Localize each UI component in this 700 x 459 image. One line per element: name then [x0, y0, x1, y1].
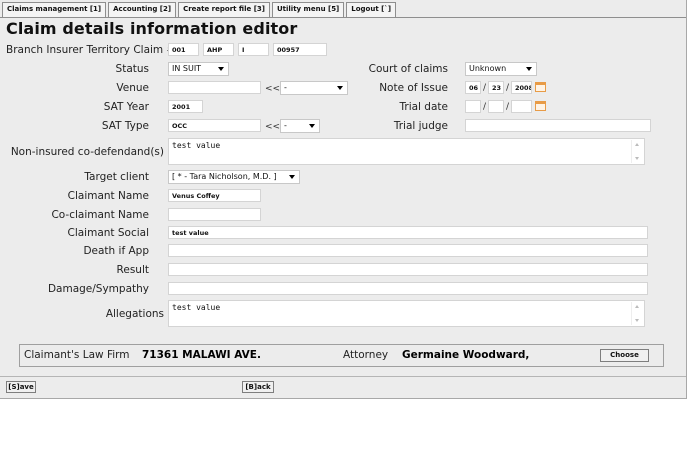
date-separator: /: [483, 83, 487, 93]
status-select[interactable]: IN SUIT: [168, 62, 229, 76]
insurer-field[interactable]: AHP: [203, 43, 234, 56]
venue-select[interactable]: -: [280, 81, 348, 95]
trial-date-month[interactable]: [465, 100, 481, 113]
law-firm-label: Claimant's Law Firm: [24, 349, 130, 361]
venue-input[interactable]: [168, 81, 261, 94]
calendar-icon[interactable]: [535, 101, 546, 111]
sat-type-input[interactable]: OCC: [168, 119, 261, 132]
sat-year-label: SAT Year: [103, 101, 149, 113]
sat-type-select[interactable]: -: [280, 119, 320, 133]
target-client-value: [ * - Tara Nicholson, M.D. ]: [172, 172, 277, 181]
scroll-down-icon[interactable]: [635, 319, 639, 322]
note-of-issue-day[interactable]: 23: [488, 81, 504, 94]
date-separator: /: [506, 102, 510, 112]
claimant-name-label: Claimant Name: [67, 190, 149, 202]
result-input[interactable]: [168, 263, 648, 276]
note-of-issue-label: Note of Issue: [379, 82, 448, 94]
attorney-label: Attorney: [343, 349, 389, 361]
chevron-down-icon: [289, 175, 295, 179]
allegations-label: Allegations: [105, 308, 164, 320]
court-of-claims-label: Court of claims: [368, 63, 448, 75]
sat-type-label: SAT Type: [101, 120, 149, 132]
claim-field[interactable]: 00957: [273, 43, 327, 56]
tab-utility-menu[interactable]: Utility menu [5]: [271, 2, 345, 17]
trial-date-day[interactable]: [488, 100, 504, 113]
death-if-app-label: Death if App: [83, 245, 149, 257]
allegations-text: test value: [172, 303, 221, 312]
note-of-issue-year[interactable]: 2008: [511, 81, 532, 94]
date-separator: /: [506, 83, 510, 93]
branch-field[interactable]: 001: [168, 43, 199, 56]
scroll-up-icon[interactable]: [635, 143, 639, 146]
sat-year-input[interactable]: 2001: [168, 100, 203, 113]
status-label: Status: [115, 63, 149, 75]
attorney-value: Germaine Woodward,: [402, 349, 530, 361]
venue-label: Venue: [116, 82, 149, 94]
damage-sympathy-label: Damage/Sympathy: [47, 283, 149, 295]
tab-bar: Claims management [1] Accounting [2] Cre…: [2, 2, 398, 18]
result-label: Result: [116, 264, 149, 276]
tab-claims-management[interactable]: Claims management [1]: [2, 2, 107, 17]
claim-number-label: Branch Insurer Territory Claim #: [6, 44, 176, 56]
calendar-icon[interactable]: [535, 82, 546, 92]
court-of-claims-select[interactable]: Unknown: [465, 62, 537, 76]
venue-separator: <<: [265, 84, 281, 94]
non-insured-text: test value: [172, 141, 221, 150]
tab-divider: [0, 17, 686, 18]
note-of-issue-month[interactable]: 06: [465, 81, 481, 94]
allegations-textarea[interactable]: test value: [168, 300, 645, 327]
chevron-down-icon: [526, 67, 532, 71]
footer-divider: [0, 376, 686, 377]
court-of-claims-value: Unknown: [469, 64, 507, 73]
save-button[interactable]: [S]ave: [6, 381, 36, 393]
scrollbar[interactable]: [631, 140, 643, 163]
trial-judge-input[interactable]: [465, 119, 651, 132]
territory-field[interactable]: I: [238, 43, 269, 56]
date-separator: /: [483, 102, 487, 112]
co-claimant-name-label: Co-claimant Name: [51, 209, 149, 221]
claimant-social-label: Claimant Social: [67, 227, 149, 239]
back-button[interactable]: [B]ack: [242, 381, 274, 393]
tab-create-report-file[interactable]: Create report file [3]: [178, 2, 270, 17]
scroll-down-icon[interactable]: [635, 157, 639, 160]
sat-type-separator: <<: [265, 122, 281, 132]
chevron-down-icon: [218, 67, 224, 71]
target-client-select[interactable]: [ * - Tara Nicholson, M.D. ]: [168, 170, 300, 184]
venue-select-value: -: [284, 83, 287, 92]
non-insured-textarea[interactable]: test value: [168, 138, 645, 165]
tab-logout[interactable]: Logout [`]: [346, 2, 397, 17]
claimant-name-input[interactable]: Venus Coffey: [168, 189, 261, 202]
tab-accounting[interactable]: Accounting [2]: [108, 2, 177, 17]
trial-date-label: Trial date: [399, 101, 448, 113]
law-firm-value: 71361 MALAWI AVE.: [142, 349, 261, 361]
trial-judge-label: Trial judge: [393, 120, 448, 132]
claimant-social-input[interactable]: test value: [168, 226, 648, 239]
choose-button[interactable]: Choose: [600, 349, 649, 362]
target-client-label: Target client: [84, 171, 149, 183]
chevron-down-icon: [337, 86, 343, 90]
law-firm-panel: Claimant's Law Firm 71361 MALAWI AVE. At…: [19, 344, 664, 367]
status-value: IN SUIT: [172, 64, 202, 73]
chevron-down-icon: [309, 124, 315, 128]
trial-date-year[interactable]: [511, 100, 532, 113]
scrollbar[interactable]: [631, 302, 643, 325]
non-insured-label: Non-insured co-defendand(s): [10, 146, 164, 158]
editor-window: Claims management [1] Accounting [2] Cre…: [0, 0, 687, 399]
co-claimant-name-input[interactable]: [168, 208, 261, 221]
damage-sympathy-input[interactable]: [168, 282, 648, 295]
page-title: Claim details information editor: [6, 19, 298, 38]
sat-type-select-value: -: [284, 121, 287, 130]
death-if-app-input[interactable]: [168, 244, 648, 257]
scroll-up-icon[interactable]: [635, 305, 639, 308]
